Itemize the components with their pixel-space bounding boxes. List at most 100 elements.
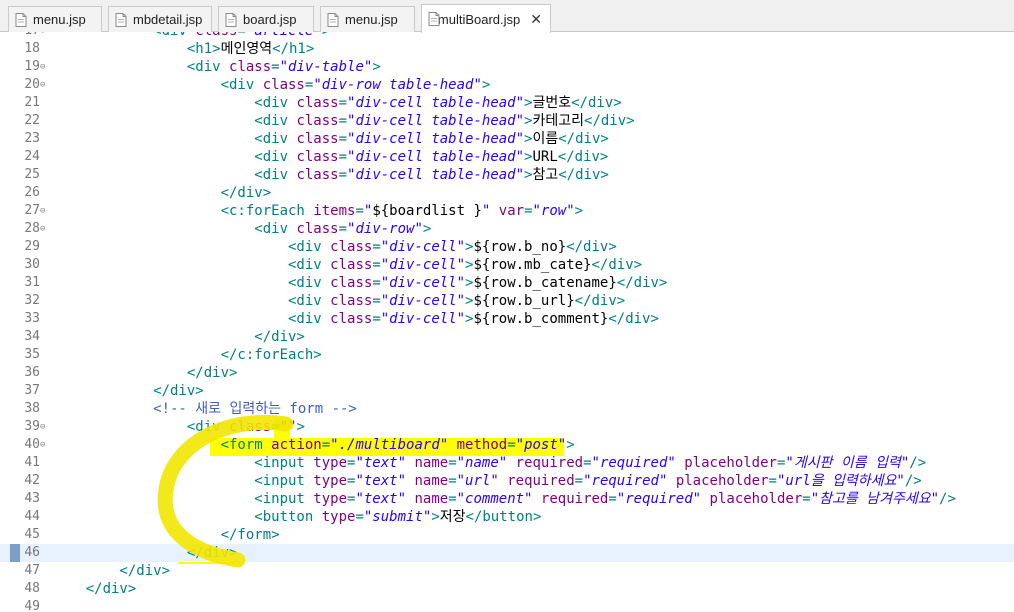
fold-toggle-icon[interactable]: ⊖ [40,220,48,238]
code-token: </div> [52,545,238,561]
code-line[interactable]: 45 </form> [0,526,1014,544]
code-line[interactable]: 26 </div> [0,184,1014,202]
code-token: ${row.b_catename} [473,275,617,291]
code-token: <c:forEach [52,203,314,219]
code-line[interactable]: 44 <button type="submit">저장</button> [0,508,1014,526]
line-number: 42 [24,473,40,488]
code-line[interactable]: 41 <input type="text" name="name" requir… [0,454,1014,472]
line-number: 49 [24,599,40,612]
fold-toggle-icon[interactable]: ⊖ [40,58,48,76]
code-token: "div-row table-head" [313,77,482,93]
code-token: <div [52,113,297,129]
code-token: placeholder [675,473,769,489]
code-text: <input type="text" name="name" required=… [52,454,926,472]
code-line[interactable]: 23 <div class="div-cell table-head">이름</… [0,130,1014,148]
code-token: = [338,131,348,147]
code-token: <input [52,473,314,489]
code-line[interactable]: 24 <div class="div-cell table-head">URL<… [0,148,1014,166]
line-number: 27 [24,203,40,218]
code-token: = [338,167,348,183]
code-line[interactable]: 43 <input type="text" name="comment" req… [0,490,1014,508]
code-token: > [422,221,432,237]
code-line[interactable]: 19 ⊖ <div class="div-table"> [0,58,1014,76]
code-token: "div-cell" [380,293,466,309]
tab-board-jsp[interactable]: board.jsp [218,6,314,32]
line-number: 36 [24,365,40,380]
code-token: class [229,59,272,75]
tab-label: multiBoard.jsp [437,11,521,27]
code-token: <div [52,131,297,147]
code-line[interactable]: 17⊖ <div class="article"> [0,32,1014,40]
code-line[interactable]: 21 <div class="div-cell table-head">글번호<… [0,94,1014,112]
code-token: <div [52,293,331,309]
code-token: "div-cell" [380,275,466,291]
code-token: "div-cell table-head" [347,113,525,129]
code-token: "div-table" [279,59,373,75]
code-line[interactable]: 28 ⊖ <div class="div-row"> [0,220,1014,238]
code-token: required [540,491,609,507]
code-token: class [296,221,339,237]
fold-toggle-icon[interactable]: ⊖ [40,32,48,40]
tab-multiboard-jsp[interactable]: multiBoard.jsp ✕ [421,4,551,33]
code-text: </div> [52,364,238,382]
code-text: <div class="div-cell">${row.b_comment}</… [52,310,659,328]
code-line[interactable]: 40 ⊖ <form action="./multiboard" method="… [0,436,1014,454]
code-line[interactable]: 31 <div class="div-cell">${row.b_catenam… [0,274,1014,292]
code-token: = [608,491,617,507]
code-token: = [321,437,331,453]
jsp-file-icon [115,12,127,27]
code-line[interactable]: 25 <div class="div-cell table-head">참고</… [0,166,1014,184]
code-text: <div class="div-cell table-head">카테고리</d… [52,112,635,130]
code-line[interactable]: 39 ⊖ <div class=""> [0,418,1014,436]
tab-menu-jsp[interactable]: menu.jsp [320,6,415,32]
code-token: "submit" [363,509,432,525]
line-number: 32 [24,293,40,308]
code-token: </div> [52,185,272,201]
code-line[interactable]: 36 </div> [0,364,1014,382]
code-line[interactable]: 20 ⊖ <div class="div-row table-head"> [0,76,1014,94]
code-editor[interactable]: 17⊖ <div class="article">18 <h1>메인영역</h1… [0,32,1014,612]
code-line[interactable]: 34 </div> [0,328,1014,346]
line-number: 17 [0,32,40,40]
tab-mbdetail-jsp[interactable]: mbdetail.jsp [108,6,212,32]
code-token: </div> [584,113,635,129]
code-line[interactable]: 29 <div class="div-cell">${row.b_no}</di… [0,238,1014,256]
code-line[interactable]: 27 ⊖ <c:forEach items="${boardlist }" var… [0,202,1014,220]
code-token: = [768,473,777,489]
code-token: = [372,239,381,255]
tab-menu-jsp[interactable]: menu.jsp [8,6,102,32]
code-line[interactable]: 32 <div class="div-cell">${row.b_url}</d… [0,292,1014,310]
code-token: = [372,275,381,291]
line-number: 47 [24,563,40,578]
fold-toggle-icon[interactable]: ⊖ [40,418,48,436]
code-line[interactable]: 38 <!-- 새로 입력하는 form --> [0,400,1014,418]
code-token: "./multiboard" [330,437,449,453]
code-line[interactable]: 18 <h1>메인영역</h1> [0,40,1014,58]
close-icon[interactable]: ✕ [530,12,542,26]
code-token: </form> [52,527,280,543]
fold-toggle-icon[interactable]: ⊖ [40,202,48,220]
code-token: ${row.b_comment} [473,311,609,327]
code-token: "required" [583,473,668,489]
code-token: </div> [52,563,171,579]
code-text: <div class="div-cell">${row.b_no}</div> [52,238,617,256]
code-line[interactable]: 35 </c:forEach> [0,346,1014,364]
line-number: 38 [24,401,40,416]
code-token: "required" [591,455,676,471]
fold-toggle-icon[interactable]: ⊖ [40,76,48,94]
code-line[interactable]: 42 <input type="text" name="url" require… [0,472,1014,490]
code-line[interactable]: 47 </div> [0,562,1014,580]
code-line[interactable]: 48 </div> [0,580,1014,598]
code-line[interactable]: 30 <div class="div-cell">${row.mb_cate}<… [0,256,1014,274]
code-token: = [583,455,592,471]
code-line[interactable]: 37 </div> [0,382,1014,400]
code-line[interactable]: 49 [0,598,1014,612]
code-line[interactable]: 46 </div> [0,544,1014,562]
line-number: 40 [24,437,40,452]
code-line[interactable]: 33 <div class="div-cell">${row.b_comment… [0,310,1014,328]
tab-label: menu.jsp [345,12,398,27]
code-line[interactable]: 22 <div class="div-cell table-head">카테고리… [0,112,1014,130]
fold-toggle-icon[interactable]: ⊖ [40,436,48,454]
